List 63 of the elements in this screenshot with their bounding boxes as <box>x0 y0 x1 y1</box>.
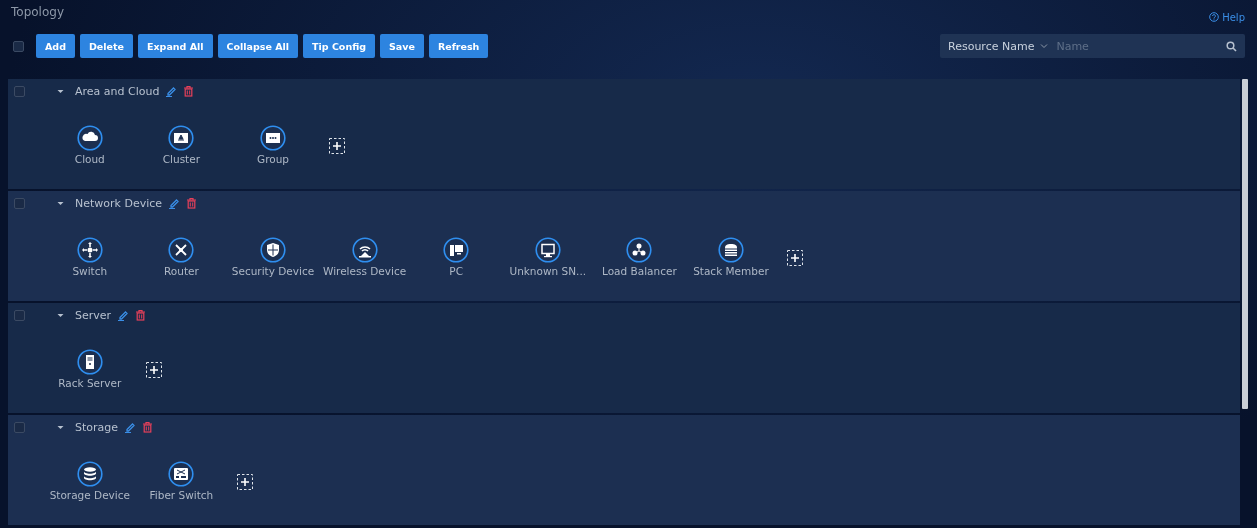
toolbar-button[interactable]: Refresh <box>428 34 489 58</box>
help-icon[interactable] <box>1209 12 1220 22</box>
device-type-label: PC <box>449 265 463 277</box>
category-checkbox[interactable] <box>14 309 25 321</box>
category-name: Storage <box>75 420 119 434</box>
caret-icon[interactable] <box>57 312 64 318</box>
device-type-label: Rack Server <box>58 377 122 389</box>
edit-icon[interactable] <box>117 309 130 321</box>
select-all-checkbox[interactable] <box>13 40 24 52</box>
chevron-icon[interactable] <box>1040 43 1049 49</box>
add-icon[interactable] <box>237 474 254 490</box>
category-name: Area and Cloud <box>75 84 160 98</box>
filter-dropdown[interactable]: Resource Name <box>948 39 1049 53</box>
caret-icon[interactable] <box>57 424 64 430</box>
device-type-label: Fiber Switch <box>149 489 214 501</box>
edit-icon[interactable] <box>124 421 137 433</box>
device-type-label: Load Balancer <box>602 265 677 277</box>
scrollbar[interactable] <box>1242 79 1248 409</box>
toolbar-button[interactable]: Collapse All <box>217 34 299 58</box>
toolbar-button[interactable]: Save <box>380 34 424 58</box>
stack-icon <box>717 237 744 263</box>
delete-icon[interactable] <box>183 85 195 97</box>
toolbar-button[interactable]: Delete <box>79 34 133 58</box>
help-link[interactable]: Help <box>1222 11 1245 23</box>
add-icon[interactable] <box>786 250 803 266</box>
search-icon[interactable] <box>1226 40 1237 52</box>
category-checkbox[interactable] <box>14 421 25 433</box>
wireless-icon <box>351 237 378 263</box>
monitor-icon <box>534 237 561 263</box>
device-type-label: Switch <box>72 265 108 277</box>
category-name: Network Device <box>75 196 163 210</box>
page-title: Topology <box>11 5 64 21</box>
pc-icon <box>443 237 470 263</box>
device-type-label: Stack Member <box>693 265 769 277</box>
caret-icon[interactable] <box>57 88 64 94</box>
search-box[interactable]: Resource Name Name <box>940 34 1245 58</box>
toolbar-button[interactable]: Tip Config <box>303 34 375 58</box>
device-type-label: Group <box>257 153 289 165</box>
storage-icon <box>76 461 103 487</box>
device-type-label: Cluster <box>162 153 201 165</box>
add-icon[interactable] <box>145 362 162 378</box>
category-checkbox[interactable] <box>14 197 25 209</box>
category-name: Server <box>75 308 112 322</box>
device-type-label: Security Device <box>231 265 315 277</box>
caret-icon[interactable] <box>57 200 64 206</box>
toolbar-button[interactable]: Add <box>36 34 75 58</box>
device-type-label: Wireless Device <box>323 265 407 277</box>
edit-icon[interactable] <box>168 197 181 209</box>
edit-icon[interactable] <box>165 85 178 97</box>
delete-icon[interactable] <box>135 309 147 321</box>
toolbar-button[interactable]: Expand All <box>137 34 213 58</box>
delete-icon[interactable] <box>142 421 154 433</box>
search-field[interactable]: Name <box>1054 38 1220 54</box>
device-type-label: Unknown SN... <box>509 265 587 277</box>
category-checkbox[interactable] <box>14 85 25 97</box>
device-type-label: Cloud <box>74 153 105 165</box>
cloud-icon <box>76 125 103 151</box>
add-icon[interactable] <box>328 138 345 154</box>
shield-icon <box>260 237 286 263</box>
device-type-label: Storage Device <box>49 489 130 501</box>
device-type-label: Router <box>164 265 199 277</box>
server-icon <box>76 349 103 375</box>
delete-icon[interactable] <box>186 197 198 209</box>
